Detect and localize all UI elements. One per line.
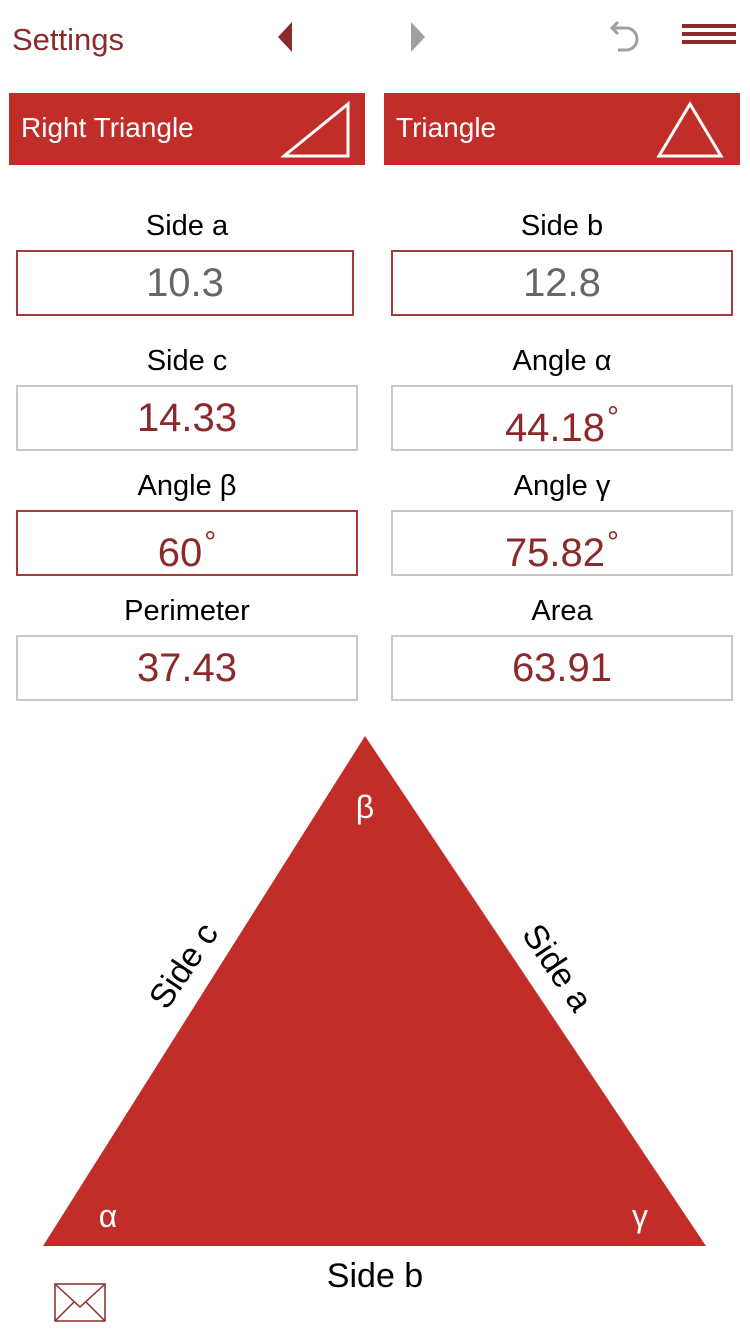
- degree-symbol: °: [607, 526, 620, 559]
- angle-alpha-field[interactable]: 44.18°: [391, 385, 733, 451]
- undo-button[interactable]: [606, 18, 646, 58]
- side-b-label: Side b: [520, 210, 604, 242]
- menu-button[interactable]: [682, 24, 736, 46]
- angle-gamma-value: 75.82: [504, 531, 606, 575]
- tab-triangle-label: Triangle: [396, 112, 497, 143]
- degree-symbol: °: [204, 526, 217, 559]
- angle-beta-label: Angle β: [137, 470, 237, 502]
- undo-icon: [609, 20, 639, 52]
- triangle-left-icon: [278, 22, 292, 52]
- perimeter-field[interactable]: 37.43: [16, 635, 358, 701]
- next-button[interactable]: [402, 20, 432, 54]
- perimeter-value: 37.43: [136, 646, 238, 690]
- triangle-right-icon: [411, 22, 425, 52]
- vertex-alpha-label: α: [99, 1198, 118, 1234]
- vertex-gamma-label: γ: [632, 1198, 648, 1234]
- tab-right-triangle[interactable]: Right Triangle: [9, 93, 365, 165]
- area-field[interactable]: 63.91: [391, 635, 733, 701]
- angle-beta-value: 60: [157, 531, 203, 575]
- side-b-value: 12.8: [523, 261, 601, 305]
- right-triangle-icon: [281, 101, 350, 158]
- perimeter-label: Perimeter: [124, 595, 250, 627]
- triangle-shape: [43, 736, 706, 1246]
- side-c-value: 14.33: [136, 396, 238, 440]
- menu-icon: [682, 24, 736, 44]
- tab-triangle[interactable]: Triangle: [384, 93, 740, 165]
- side-b-input[interactable]: 12.8: [391, 250, 733, 316]
- vertex-beta-label: β: [356, 789, 374, 825]
- settings-button[interactable]: Settings: [12, 22, 124, 58]
- angle-gamma-label: Angle γ: [513, 470, 611, 502]
- angle-alpha-value: 44.18: [504, 406, 606, 450]
- tab-right-triangle-label: Right Triangle: [21, 112, 194, 143]
- side-a-label: Side a: [145, 210, 229, 242]
- angle-gamma-field[interactable]: 75.82°: [391, 510, 733, 576]
- previous-button[interactable]: [272, 20, 302, 54]
- side-c-field[interactable]: 14.33: [16, 385, 358, 451]
- mail-button[interactable]: [54, 1283, 108, 1323]
- area-value: 63.91: [511, 646, 613, 690]
- side-b-diagram-label: Side b: [327, 1257, 423, 1295]
- angle-alpha-label: Angle α: [512, 345, 612, 377]
- angle-beta-input[interactable]: 60°: [16, 510, 358, 576]
- side-a-value: 10.3: [146, 261, 224, 305]
- area-label: Area: [531, 595, 593, 627]
- degree-symbol: °: [607, 401, 620, 434]
- triangle-diagram: β α γ Side b Side c Side a: [43, 736, 706, 1295]
- side-a-input[interactable]: 10.3: [16, 250, 354, 316]
- triangle-icon: [656, 101, 724, 158]
- side-c-label: Side c: [146, 345, 228, 377]
- mail-icon: [54, 1283, 106, 1322]
